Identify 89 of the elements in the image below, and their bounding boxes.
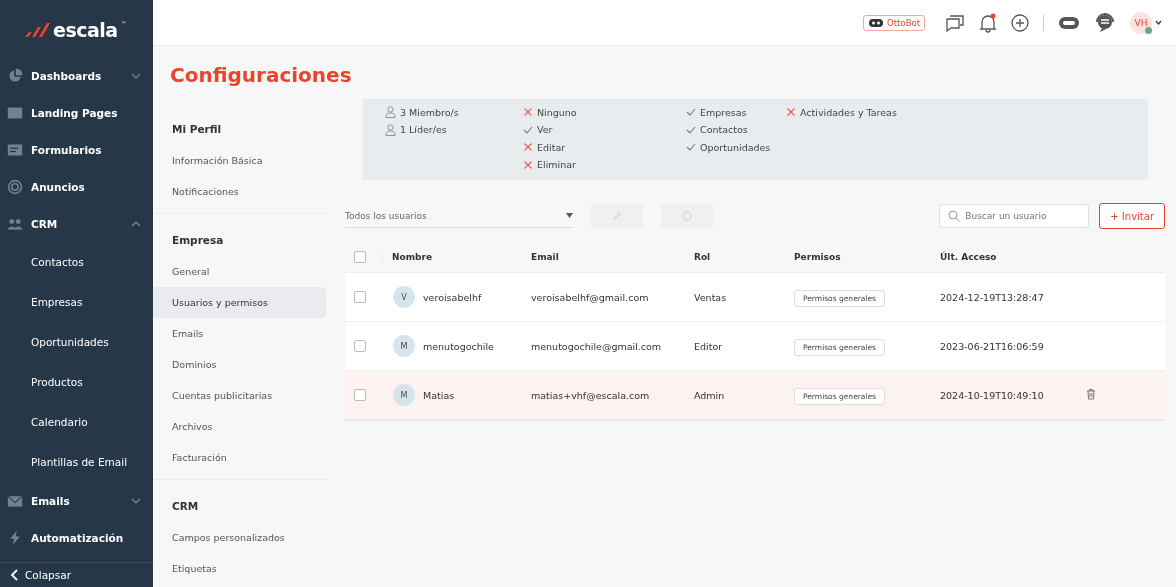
sidebar-item[interactable]: Formularios xyxy=(0,131,153,168)
column-header: Nombre xyxy=(382,252,531,262)
invite-button[interactable]: + Invitar xyxy=(1099,203,1165,229)
table-cell: 2024-10-19T10:49:10 xyxy=(940,389,1044,401)
sidebar-subitem[interactable]: Calendario xyxy=(0,402,153,442)
bars-logo-icon xyxy=(24,22,50,38)
chevron-down-icon xyxy=(131,72,141,79)
menu-heading: CRM xyxy=(171,499,200,514)
search-icon xyxy=(948,210,961,222)
lightning-icon xyxy=(7,529,23,546)
browser-page-icon xyxy=(7,104,23,121)
settings-menu-item[interactable]: Usuarios y permisos xyxy=(153,287,326,318)
member-count: 3 Miembro/s xyxy=(400,106,459,118)
ottobot-button[interactable]: OttoBot xyxy=(863,14,925,31)
table-cell: menutogochile xyxy=(423,340,494,352)
collapse-button[interactable]: Colapsar xyxy=(0,562,153,587)
menu-heading: Mi Perfil xyxy=(171,122,223,137)
table-cell: veroisabelhf xyxy=(423,291,482,303)
caret-down-icon xyxy=(566,213,573,218)
menu-heading: Empresa xyxy=(171,233,225,248)
permission-label: Editar xyxy=(537,141,566,153)
permission-label: Ninguno xyxy=(537,106,577,118)
settings-menu-item[interactable]: Archivos xyxy=(153,411,326,442)
permission-label: Actividades y Tareas xyxy=(800,106,897,118)
support-chat-icon[interactable] xyxy=(1094,12,1116,33)
settings-menu-item[interactable]: Emails xyxy=(153,318,326,349)
table-cell: veroisabelhf@gmail.com xyxy=(531,291,649,303)
settings-menu-item[interactable]: Facturación xyxy=(153,442,326,473)
sidebar-subitem[interactable]: Oportunidades xyxy=(0,322,153,362)
column-header: Rol xyxy=(694,252,712,262)
column-header: Permisos xyxy=(794,252,842,262)
table-cell: 2023-06-21T16:06:59 xyxy=(940,340,1044,352)
sidebar-subitem[interactable]: Contactos xyxy=(0,242,153,282)
table-cell: 2024-12-19T13:28:47 xyxy=(940,291,1044,303)
sidebar-subitem[interactable]: Empresas xyxy=(0,282,153,322)
permission-label: Empresas xyxy=(700,106,747,118)
online-status-icon xyxy=(1145,26,1152,34)
sidebar-item[interactable]: Automatización xyxy=(0,519,153,556)
row-checkbox[interactable] xyxy=(354,389,366,401)
sidebar-item[interactable]: Dashboards xyxy=(0,57,153,94)
settings-menu-item[interactable]: Etiquetas xyxy=(153,553,326,584)
sidebar-subitem[interactable]: Productos xyxy=(0,362,153,402)
table-cell: Matias xyxy=(423,389,455,401)
chevron-left-icon xyxy=(10,569,18,581)
settings-menu-item[interactable]: Campos personalizados xyxy=(153,522,326,553)
settings-menu-item[interactable]: Dominios xyxy=(153,349,326,380)
settings-menu-item[interactable]: Notificaciones xyxy=(153,176,326,207)
table-cell: Admin xyxy=(694,389,725,401)
person-icon xyxy=(385,123,396,136)
permission-label: Oportunidades xyxy=(700,141,771,153)
chat-icon[interactable] xyxy=(945,13,965,32)
sidebar-item[interactable]: Emails xyxy=(0,482,153,519)
sidebar-item[interactable]: Anuncios xyxy=(0,168,153,205)
avatar-initial: M xyxy=(393,335,415,357)
plus-circle-icon[interactable] xyxy=(1011,13,1029,32)
trash-icon[interactable] xyxy=(1086,388,1096,400)
pie-chart-icon xyxy=(7,67,23,84)
permission-label: Contactos xyxy=(700,124,748,136)
bell-icon[interactable] xyxy=(979,12,997,33)
permission-label: Ver xyxy=(537,124,553,136)
member-count: 1 Líder/es xyxy=(400,124,447,136)
settings-menu-item[interactable]: Información Básica xyxy=(153,145,326,176)
sidebar-item[interactable]: CRM xyxy=(0,205,153,242)
table-cell: Ventas xyxy=(694,291,727,303)
search-field[interactable]: Buscar un usuario xyxy=(939,204,1090,228)
target-icon xyxy=(7,178,23,195)
caret-down-icon[interactable] xyxy=(1155,20,1162,25)
table-cell: matias+vhf@escala.com xyxy=(531,389,650,401)
avatar-initial: V xyxy=(393,286,415,308)
table-cell: menutogochile@gmail.com xyxy=(531,340,662,352)
form-icon xyxy=(7,141,23,158)
avatar-initial: M xyxy=(393,384,415,406)
permission-label: Eliminar xyxy=(537,159,576,171)
logo-text: escala xyxy=(53,19,118,41)
person-icon xyxy=(385,106,396,119)
row-checkbox[interactable] xyxy=(354,340,366,352)
column-header: Últ. Acceso xyxy=(940,252,998,262)
table-cell: Editor xyxy=(694,340,723,352)
page-title: Configuraciones xyxy=(170,63,353,89)
user-filter-dropdown[interactable]: Todos los usuarios xyxy=(345,204,573,228)
sidebar-subitem[interactable]: Plantillas de Email xyxy=(0,442,153,482)
settings-menu-item[interactable]: Cuentas publicitarias xyxy=(153,380,326,411)
settings-menu-item[interactable]: General xyxy=(153,256,326,287)
chevron-up-icon xyxy=(131,220,141,227)
sidebar-item[interactable]: Landing Pages xyxy=(0,94,153,131)
row-checkbox[interactable] xyxy=(354,291,366,303)
chevron-down-icon xyxy=(131,497,141,504)
select-all-checkbox[interactable] xyxy=(354,251,366,263)
column-header: Email xyxy=(531,252,560,262)
